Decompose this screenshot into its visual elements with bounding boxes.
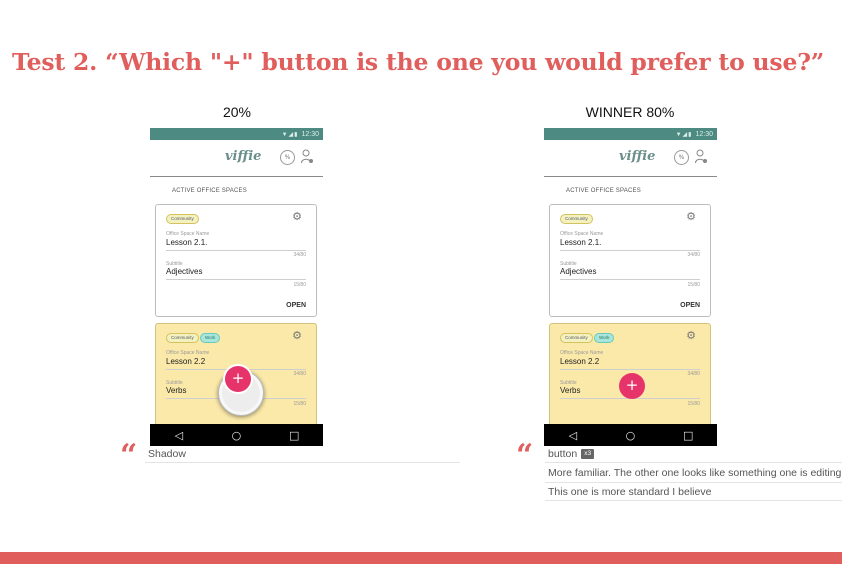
user-settings-icon[interactable] bbox=[301, 149, 313, 164]
signal-battery-icons: ▼◢▮ bbox=[675, 131, 693, 138]
variant-b-result-label: WINNER 80% bbox=[585, 104, 675, 120]
field-underline bbox=[166, 250, 306, 251]
name-char-counter: 34/80 bbox=[293, 371, 306, 377]
percent-icon[interactable]: % bbox=[674, 150, 689, 165]
status-bar: ▼◢▮ 12:30 bbox=[544, 128, 717, 140]
tag-community: Community bbox=[560, 214, 593, 224]
field-underline bbox=[560, 279, 700, 280]
name-char-counter: 34/80 bbox=[687, 371, 700, 377]
gear-icon[interactable]: ⚙ bbox=[686, 211, 696, 222]
brand-logo: viffie bbox=[619, 149, 656, 164]
tag-community: Community bbox=[166, 214, 199, 224]
android-nav-bar: ◁ ○ □ bbox=[150, 424, 323, 446]
variant-a-phone-mockup: ▼◢▮ 12:30 viffie % ACTIVE OFFICE SPACES … bbox=[150, 128, 323, 446]
name-field-value[interactable]: Lesson 2.2 bbox=[560, 357, 599, 366]
subtitle-char-counter: 15/80 bbox=[293, 282, 306, 288]
quote-icon: “ bbox=[120, 438, 137, 473]
open-button[interactable]: OPEN bbox=[286, 302, 306, 309]
open-button[interactable]: OPEN bbox=[680, 302, 700, 309]
name-char-counter: 34/80 bbox=[687, 252, 700, 258]
subtitle-field-value[interactable]: Adjectives bbox=[166, 267, 202, 276]
gear-icon[interactable]: ⚙ bbox=[686, 330, 696, 341]
comment-text: This one is more standard I believe bbox=[548, 486, 712, 498]
name-field-label: Office Space Name bbox=[560, 231, 604, 237]
comment-divider bbox=[145, 462, 460, 463]
field-underline bbox=[166, 279, 306, 280]
gear-icon[interactable]: ⚙ bbox=[292, 211, 302, 222]
name-field-value[interactable]: Lesson 2.2 bbox=[166, 357, 205, 366]
recents-icon[interactable]: □ bbox=[284, 429, 304, 442]
add-fab-button[interactable]: + bbox=[619, 373, 645, 399]
android-nav-bar: ◁ ○ □ bbox=[544, 424, 717, 446]
name-field-label: Office Space Name bbox=[560, 350, 604, 356]
comment-divider bbox=[545, 482, 842, 483]
count-badge: x3 bbox=[581, 449, 595, 460]
signal-battery-icons: ▼◢▮ bbox=[281, 131, 299, 138]
add-fab-button[interactable]: + bbox=[225, 366, 251, 392]
comment-text: button x3 bbox=[548, 448, 595, 460]
comment-text-label: button bbox=[548, 448, 578, 460]
quote-icon: “ bbox=[516, 438, 533, 473]
section-label: ACTIVE OFFICE SPACES bbox=[566, 188, 641, 194]
back-icon[interactable]: ◁ bbox=[169, 429, 189, 442]
status-time: 12:30 bbox=[301, 130, 319, 138]
status-bar: ▼◢▮ 12:30 bbox=[150, 128, 323, 140]
variant-a-result-label: 20% bbox=[222, 104, 252, 120]
name-field-value[interactable]: Lesson 2.1. bbox=[560, 238, 601, 247]
subtitle-char-counter: 15/80 bbox=[293, 401, 306, 407]
subtitle-field-value[interactable]: Adjectives bbox=[560, 267, 596, 276]
name-char-counter: 34/80 bbox=[293, 252, 306, 258]
tag-work: Work bbox=[200, 333, 221, 343]
name-field-label: Office Space Name bbox=[166, 231, 210, 237]
user-settings-icon[interactable] bbox=[695, 149, 707, 164]
name-field-label: Office Space Name bbox=[166, 350, 210, 356]
comment-text: More familiar. The other one looks like … bbox=[548, 467, 842, 479]
recents-icon[interactable]: □ bbox=[678, 429, 698, 442]
subtitle-field-value[interactable]: Verbs bbox=[166, 386, 186, 395]
subtitle-char-counter: 15/80 bbox=[687, 282, 700, 288]
tag-community: Community bbox=[166, 333, 199, 343]
name-field-value[interactable]: Lesson 2.1. bbox=[166, 238, 207, 247]
back-icon[interactable]: ◁ bbox=[563, 429, 583, 442]
brand-logo: viffie bbox=[225, 149, 262, 164]
comment-text: Shadow bbox=[148, 448, 186, 460]
footer-accent-bar bbox=[0, 552, 842, 564]
tag-work: Work bbox=[594, 333, 615, 343]
field-underline bbox=[560, 250, 700, 251]
gear-icon[interactable]: ⚙ bbox=[292, 330, 302, 341]
app-bar: viffie % bbox=[150, 140, 323, 177]
home-icon[interactable]: ○ bbox=[620, 429, 640, 442]
office-space-card[interactable]: Community ⚙ Office Space Name Lesson 2.1… bbox=[549, 204, 711, 317]
field-underline bbox=[560, 369, 700, 370]
subtitle-field-value[interactable]: Verbs bbox=[560, 386, 580, 395]
variant-b-phone-mockup: ▼◢▮ 12:30 viffie % ACTIVE OFFICE SPACES … bbox=[544, 128, 717, 446]
app-bar: viffie % bbox=[544, 140, 717, 177]
comment-divider bbox=[545, 500, 842, 501]
status-time: 12:30 bbox=[695, 130, 713, 138]
subtitle-char-counter: 15/80 bbox=[687, 401, 700, 407]
slide-title: Test 2. “Which "+" button is the one you… bbox=[12, 48, 825, 76]
home-icon[interactable]: ○ bbox=[226, 429, 246, 442]
section-label: ACTIVE OFFICE SPACES bbox=[172, 188, 247, 194]
tag-community: Community bbox=[560, 333, 593, 343]
office-space-card[interactable]: Community ⚙ Office Space Name Lesson 2.1… bbox=[155, 204, 317, 317]
comment-divider bbox=[545, 462, 842, 463]
percent-icon[interactable]: % bbox=[280, 150, 295, 165]
